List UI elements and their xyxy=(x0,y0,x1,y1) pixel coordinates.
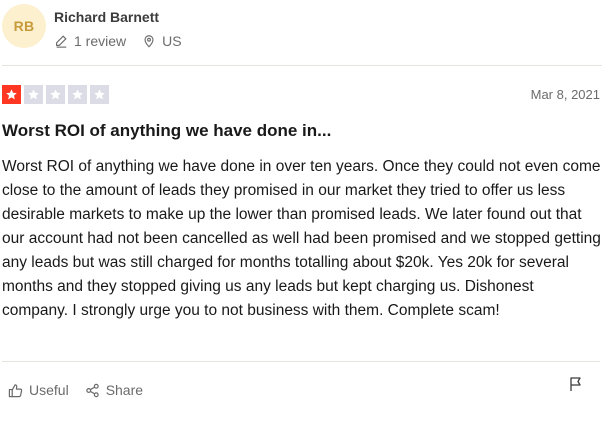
review-title[interactable]: Worst ROI of anything we have done in... xyxy=(2,121,331,141)
review-count: 1 review xyxy=(54,33,126,49)
review-actions: Useful Share xyxy=(8,377,600,400)
review-body: Worst ROI of anything we have done in ov… xyxy=(2,158,601,319)
review-count-label: 1 review xyxy=(74,33,127,49)
reviewer-meta: 1 review US xyxy=(54,33,182,49)
reviewer-country: US xyxy=(162,33,182,49)
share-label: Share xyxy=(105,382,144,398)
review-card: RB Richard Barnett 1 review US Mar 8, 20… xyxy=(0,0,609,424)
location-pin-icon xyxy=(144,35,154,48)
useful-label: Useful xyxy=(29,382,69,398)
thumbs-up-icon xyxy=(8,383,23,397)
star-icon xyxy=(90,85,109,104)
reviewer-name[interactable]: Richard Barnett xyxy=(54,9,159,25)
reviewer-location: US xyxy=(142,33,182,49)
star-icon xyxy=(2,85,21,104)
reviewer-header: RB Richard Barnett 1 review US xyxy=(2,0,602,66)
star-icon xyxy=(24,85,43,104)
avatar[interactable]: RB xyxy=(2,4,46,48)
pencil-icon xyxy=(56,35,67,48)
footer-divider xyxy=(2,361,600,362)
flag-icon[interactable] xyxy=(568,376,584,392)
star-icon xyxy=(68,85,87,104)
useful-button[interactable]: Useful xyxy=(8,382,69,398)
review-date: Mar 8, 2021 xyxy=(530,87,600,102)
star-rating xyxy=(2,85,600,104)
share-button[interactable]: Share xyxy=(85,382,143,398)
star-icon xyxy=(46,85,65,104)
share-icon xyxy=(85,383,99,397)
rating-row: Mar 8, 2021 xyxy=(2,85,600,105)
